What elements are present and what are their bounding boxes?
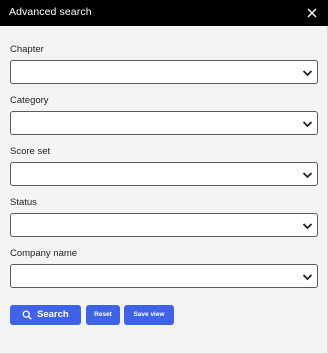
score-set-label: Score set xyxy=(10,146,51,157)
company-name-select[interactable] xyxy=(10,264,318,288)
search-icon xyxy=(22,310,32,320)
save-view-button-label: Save view xyxy=(133,311,165,318)
status-select[interactable] xyxy=(10,213,318,237)
chapter-select[interactable] xyxy=(10,60,318,84)
chevron-down-icon xyxy=(302,70,313,77)
chevron-down-icon xyxy=(302,121,313,128)
chevron-down-icon xyxy=(302,274,313,281)
dialog-title: Advanced search xyxy=(9,6,92,18)
company-name-label: Company name xyxy=(10,248,78,259)
search-button-label: Search xyxy=(37,309,69,320)
score-set-select[interactable] xyxy=(10,162,318,186)
reset-button[interactable]: Reset xyxy=(86,305,120,325)
status-label: Status xyxy=(10,197,37,208)
category-select[interactable] xyxy=(10,111,318,135)
dialog-header: Advanced search xyxy=(0,0,328,26)
close-icon[interactable] xyxy=(302,3,322,23)
save-view-button[interactable]: Save view xyxy=(124,305,174,325)
search-button[interactable]: Search xyxy=(10,305,81,325)
chevron-down-icon xyxy=(302,172,313,179)
advanced-search-panel: Advanced search Chapter Category Score s… xyxy=(0,0,328,354)
chevron-down-icon xyxy=(302,223,313,230)
category-label: Category xyxy=(10,95,49,106)
chapter-label: Chapter xyxy=(10,44,44,55)
reset-button-label: Reset xyxy=(94,311,112,318)
